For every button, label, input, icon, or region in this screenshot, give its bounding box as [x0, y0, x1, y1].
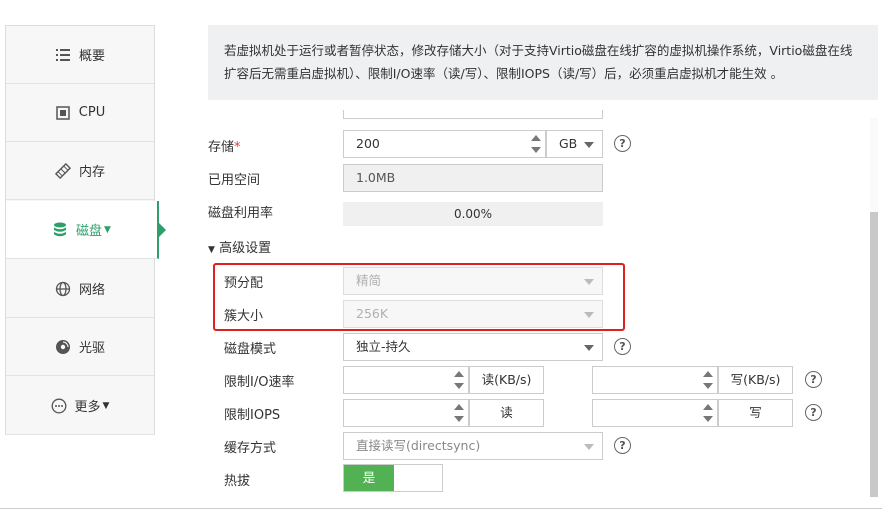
iops-read-unit: 读	[469, 399, 544, 427]
sidebar-item-label: 更多	[74, 400, 101, 415]
hotplug-toggle[interactable]: 是	[343, 464, 443, 492]
chevron-down-icon	[584, 345, 594, 351]
spinner-icon[interactable]	[701, 402, 715, 424]
caret-down-icon: ▼	[104, 224, 111, 235]
spinner-icon[interactable]	[452, 402, 466, 424]
scrollbar-thumb[interactable]	[870, 212, 878, 497]
chip-icon	[55, 105, 71, 121]
io-write-unit: 写(KB/s)	[718, 366, 793, 394]
chevron-down-icon	[584, 142, 594, 148]
sidebar: 概要 CPU 内存 磁盘 ▼ 网络 光驱 更多 ▼	[5, 25, 166, 435]
sidebar-item-label: 内存	[78, 165, 105, 180]
database-icon	[52, 222, 68, 238]
help-icon[interactable]: ?	[805, 404, 822, 421]
cluster-size-label: 簇大小	[224, 309, 264, 324]
toggle-on-label: 是	[344, 465, 394, 491]
caret-down-icon: ▼	[208, 245, 215, 255]
iops-read-input[interactable]	[343, 399, 469, 427]
used-space-field: 1.0MB	[343, 164, 603, 192]
sidebar-item-memory[interactable]: 内存	[6, 142, 154, 200]
sidebar-item-overview[interactable]: 概要	[6, 26, 154, 84]
sidebar-item-label: CPU	[78, 105, 106, 120]
globe-icon	[55, 281, 71, 297]
storage-unit-select[interactable]: GB	[546, 130, 603, 158]
io-read-input[interactable]	[343, 366, 469, 394]
help-icon[interactable]: ?	[614, 135, 631, 152]
help-icon[interactable]: ?	[614, 338, 631, 355]
storage-input[interactable]: 200	[343, 130, 546, 158]
advanced-settings-toggle[interactable]: ▼ 高级设置	[208, 237, 271, 256]
sidebar-item-cdrom[interactable]: 光驱	[6, 318, 154, 376]
scrolled-field-remnant	[343, 110, 603, 124]
sidebar-item-more[interactable]: 更多 ▼	[6, 377, 154, 435]
disc-icon	[55, 339, 71, 355]
spinner-icon[interactable]	[529, 133, 543, 155]
sidebar-item-cpu[interactable]: CPU	[6, 84, 154, 142]
usage-rate-label: 磁盘利用率	[208, 206, 274, 221]
spinner-icon[interactable]	[452, 369, 466, 391]
storage-label: 存储*	[208, 140, 241, 155]
sidebar-item-label: 光驱	[78, 341, 105, 356]
iops-write-unit: 写	[718, 399, 793, 427]
memory-icon	[54, 162, 71, 179]
prealloc-label: 预分配	[224, 276, 264, 291]
disk-mode-label: 磁盘模式	[224, 342, 277, 357]
iops-label: 限制IOPS	[224, 408, 281, 423]
iops-write-input[interactable]	[592, 399, 718, 427]
io-write-input[interactable]	[592, 366, 718, 394]
sidebar-item-disk[interactable]: 磁盘 ▼	[6, 201, 166, 259]
hotplug-label: 热拔	[224, 474, 251, 489]
caret-down-icon: ▼	[102, 400, 110, 411]
prealloc-select[interactable]: 精简	[343, 267, 603, 295]
more-icon	[51, 398, 67, 414]
sidebar-item-network[interactable]: 网络	[6, 260, 154, 318]
cache-select[interactable]: 直接读写(directsync)	[343, 432, 603, 460]
disk-mode-select[interactable]: 独立-持久	[343, 333, 603, 361]
notice-banner: 若虚拟机处于运行或者暂停状态，修改存储大小（对于支持Virtio磁盘在线扩容的虚…	[208, 25, 878, 100]
io-rate-label: 限制I/O速率	[224, 375, 295, 390]
help-icon[interactable]: ?	[614, 437, 631, 454]
usage-rate-bar: 0.00%	[343, 202, 603, 226]
chevron-down-icon	[584, 279, 594, 285]
divider	[0, 508, 882, 509]
cluster-size-select[interactable]: 256K	[343, 300, 603, 328]
used-space-label: 已用空间	[208, 173, 261, 188]
help-icon[interactable]: ?	[805, 371, 822, 388]
chevron-down-icon	[584, 312, 594, 318]
list-icon	[55, 47, 71, 63]
sidebar-item-label: 网络	[78, 283, 105, 298]
chevron-down-icon	[584, 444, 594, 450]
spinner-icon[interactable]	[701, 369, 715, 391]
cache-label: 缓存方式	[224, 441, 277, 456]
io-read-unit: 读(KB/s)	[469, 366, 544, 394]
sidebar-item-label: 概要	[78, 49, 105, 64]
sidebar-item-label: 磁盘	[76, 224, 103, 239]
